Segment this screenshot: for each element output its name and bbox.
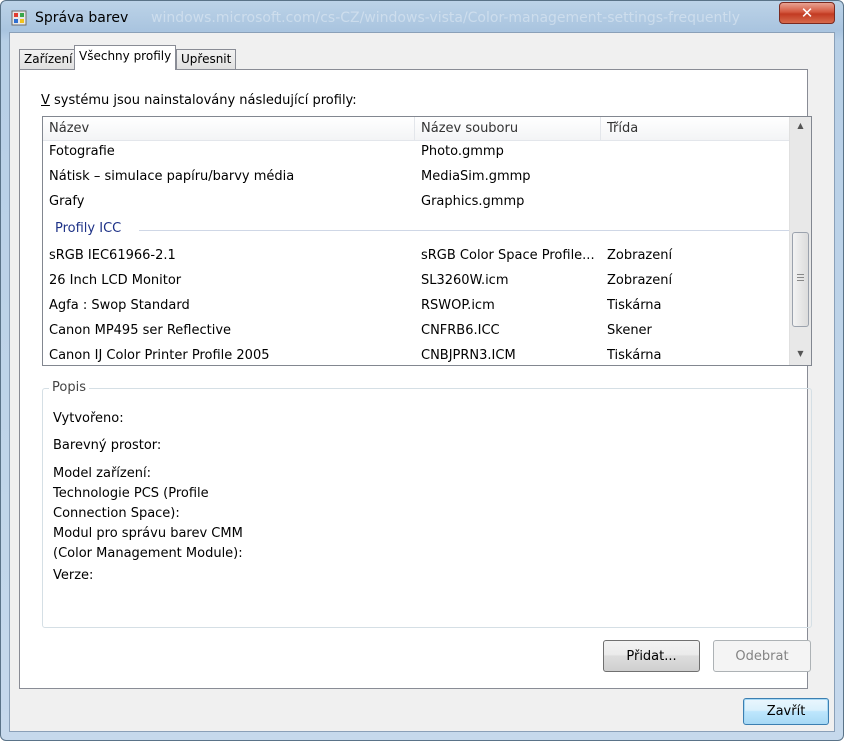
profile-class: Tiskárna: [607, 348, 662, 363]
profile-class: Skener: [607, 323, 652, 338]
scroll-down-icon[interactable]: ▼: [790, 345, 811, 363]
profile-file: Graphics.gmmp: [421, 194, 525, 209]
profile-file: RSWOP.icm: [421, 298, 495, 313]
list-item[interactable]: 26 Inch LCD Monitor SL3260W.icm Zobrazen…: [43, 270, 789, 295]
color-space-label: Barevný prostor:: [53, 438, 162, 453]
scrollbar-thumb[interactable]: [792, 232, 809, 327]
close-window-button[interactable]: ✕: [779, 2, 835, 24]
profile-file: SL3260W.icm: [421, 273, 509, 288]
profile-name: Agfa : Swop Standard: [49, 298, 190, 313]
label-accelerator: V: [41, 93, 50, 108]
profiles-list-label: V systému jsou nainstalovány následující…: [41, 93, 357, 108]
tab-advanced[interactable]: Upřesnit: [176, 49, 237, 69]
list-item[interactable]: Canon IJ Color Printer Profile 2005 CNBJ…: [43, 345, 789, 365]
tab-all-profiles[interactable]: Všechny profily: [74, 45, 177, 70]
vertical-scrollbar[interactable]: ▲ ▼: [789, 117, 811, 365]
profile-name: 26 Inch LCD Monitor: [49, 273, 182, 288]
tab-label: Upřesnit: [181, 52, 232, 66]
list-item[interactable]: sRGB IEC61966-2.1 sRGB Color Space Profi…: [43, 245, 789, 270]
list-item[interactable]: Agfa : Swop Standard RSWOP.icm Tiskárna: [43, 295, 789, 320]
group-divider: [139, 230, 789, 231]
add-button[interactable]: Přidat...: [603, 640, 700, 672]
device-model-label: Model zařízení:: [53, 466, 151, 481]
all-profiles-panel: V systému jsou nainstalovány následující…: [19, 69, 812, 689]
profile-class: Zobrazení: [607, 248, 673, 263]
pcs-label-line2: Connection Space):: [53, 506, 180, 521]
close-button[interactable]: Zavřít: [743, 698, 829, 725]
column-header-class[interactable]: Třída: [601, 117, 789, 140]
description-title: Popis: [49, 380, 89, 395]
profile-name: Canon MP495 ser Reflective: [49, 323, 232, 338]
color-management-icon: [11, 10, 27, 26]
profile-file: MediaSim.gmmp: [421, 169, 531, 184]
profile-name: Nátisk – simulace papíru/barvy média: [49, 169, 295, 184]
scroll-up-icon[interactable]: ▲: [790, 117, 811, 135]
remove-button[interactable]: Odebrat: [713, 640, 811, 672]
cmm-label-line2: (Color Management Module):: [53, 546, 243, 561]
column-header-label: Třída: [607, 121, 639, 136]
description-groupbox: Popis Vytvořeno: Barevný prostor: Model …: [42, 380, 812, 628]
list-item[interactable]: Fotografie Photo.gmmp: [43, 141, 789, 166]
column-header-filename[interactable]: Název souboru: [415, 117, 601, 140]
profile-file: sRGB Color Space Profile...: [421, 248, 595, 263]
tab-label: Zařízení: [24, 52, 73, 66]
group-header-icc[interactable]: Profily ICC: [55, 221, 789, 241]
pcs-label-line1: Technologie PCS (Profile: [53, 486, 209, 501]
tab-devices[interactable]: Zařízení: [19, 49, 78, 69]
profile-file: CNBJPRN3.ICM: [421, 348, 516, 363]
window-title-ghost: windows.microsoft.com/cs-CZ/windows-vist…: [151, 10, 740, 26]
color-management-window: Správa barev windows.microsoft.com/cs-CZ…: [0, 0, 844, 741]
window-title: Správa barev: [35, 10, 129, 26]
profiles-list[interactable]: Název Název souboru Třída Fotografie Pho…: [42, 116, 812, 366]
profile-file: Photo.gmmp: [421, 144, 504, 159]
list-item[interactable]: Grafy Graphics.gmmp: [43, 191, 789, 216]
profile-name: Grafy: [49, 194, 85, 209]
profile-name: sRGB IEC61966-2.1: [49, 248, 176, 263]
list-item[interactable]: Nátisk – simulace papíru/barvy média Med…: [43, 166, 789, 191]
title-bar[interactable]: Správa barev windows.microsoft.com/cs-CZ…: [1, 1, 843, 31]
grip-icon: [797, 274, 804, 283]
column-header-name[interactable]: Název: [43, 117, 415, 140]
created-label: Vytvořeno:: [53, 411, 124, 426]
column-header-label: Název: [49, 121, 90, 136]
tab-label: Všechny profily: [79, 49, 172, 63]
profile-name: Canon IJ Color Printer Profile 2005: [49, 348, 270, 363]
dialog-client-area: Zařízení Všechny profily Upřesnit V syst…: [9, 32, 835, 732]
close-icon: ✕: [800, 4, 814, 22]
list-header: Název Název souboru Třída: [43, 117, 789, 141]
group-label: Profily ICC: [55, 221, 122, 236]
profile-class: Zobrazení: [607, 273, 673, 288]
column-header-label: Název souboru: [421, 121, 519, 136]
cmm-label-line1: Modul pro správu barev CMM: [53, 526, 243, 541]
list-item[interactable]: Canon MP495 ser Reflective CNFRB6.ICC Sk…: [43, 320, 789, 345]
profile-file: CNFRB6.ICC: [421, 323, 500, 338]
profile-name: Fotografie: [49, 144, 115, 159]
version-label: Verze:: [53, 568, 94, 583]
label-text: systému jsou nainstalovány následující p…: [49, 93, 357, 108]
profile-class: Tiskárna: [607, 298, 662, 313]
